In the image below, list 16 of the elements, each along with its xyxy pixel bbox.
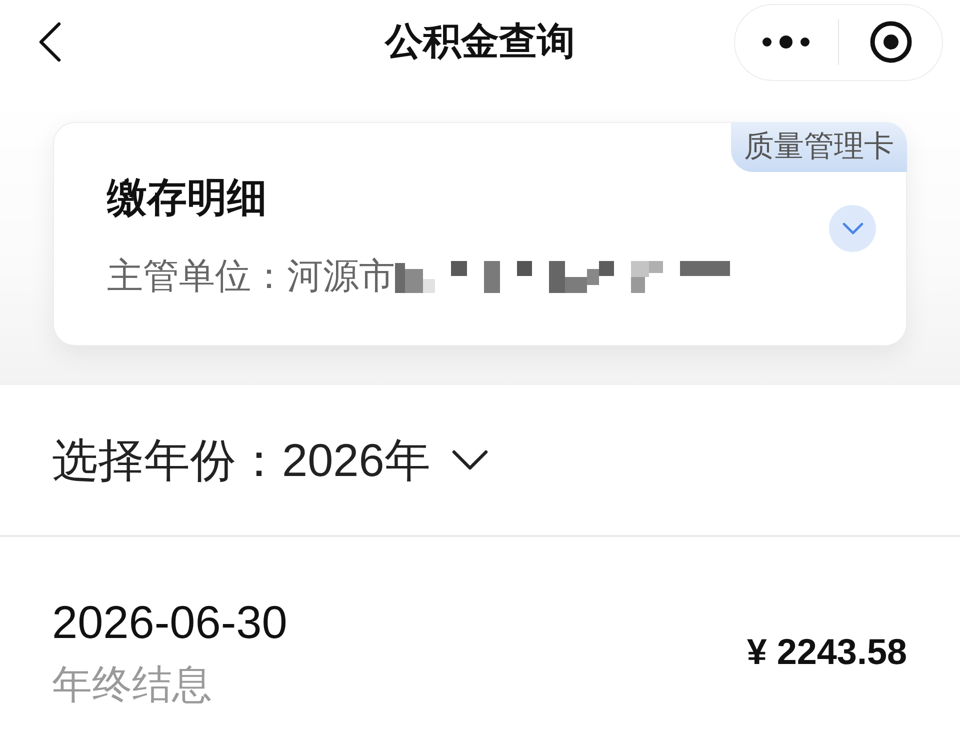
chevron-left-icon — [38, 22, 62, 62]
record-amount: ¥ 2243.58 — [746, 630, 907, 674]
year-label: 选择年份： — [52, 433, 282, 488]
page-title: 公积金查询 — [385, 20, 575, 65]
more-icon — [762, 35, 810, 49]
record-date: 2026-06-30 — [52, 595, 288, 650]
card-tag: 质量管理卡 — [731, 122, 907, 172]
chevron-down-icon — [452, 450, 488, 470]
card-title: 缴存明细 — [107, 175, 268, 222]
expand-button[interactable] — [829, 204, 876, 252]
back-button[interactable] — [38, 22, 62, 62]
year-dropdown[interactable]: 2026年 — [282, 432, 488, 488]
circle-dot-icon — [870, 21, 912, 63]
chevron-down-icon — [842, 222, 864, 234]
card-subtitle: 主管单位：河源市 — [107, 254, 395, 298]
record-type: 年终结息 — [52, 662, 213, 709]
